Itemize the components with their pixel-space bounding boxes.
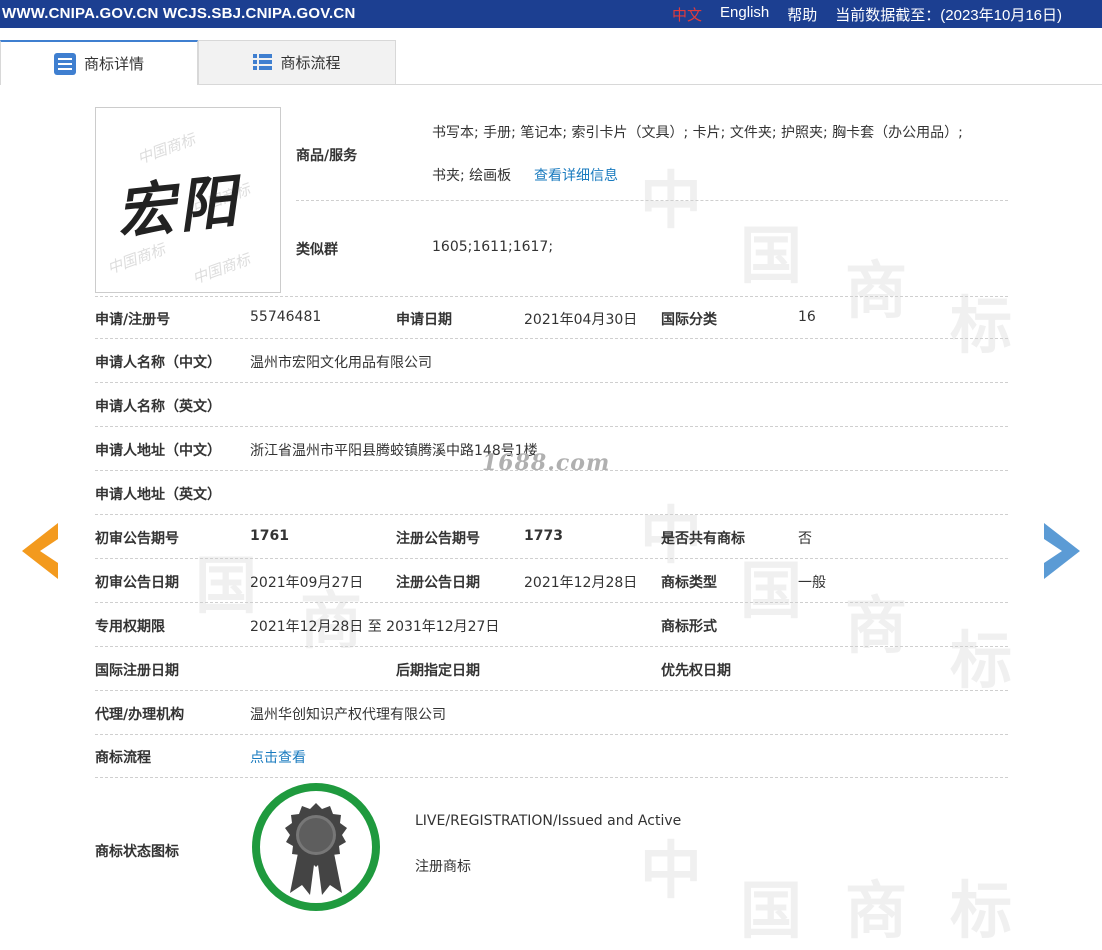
applicant-cn-label: 申请人名称（中文） [95,355,221,371]
background-watermark: 中 [640,164,703,237]
intl-reg-date-label: 国际注册日期 [95,663,179,679]
tm-type-label: 商标类型 [661,575,717,591]
reg-pub-date-label: 注册公告日期 [396,575,480,591]
prelim-date-value: 2021年09月27日 [250,575,364,591]
exclusive-label: 专用权期限 [95,619,165,635]
background-watermark: 国 [740,554,803,627]
status-en-text: LIVE/REGISTRATION/Issued and Active [415,813,682,829]
exclusive-value: 2021年12月28日 至 2031年12月27日 [250,619,500,635]
status-cn-text: 注册商标 [415,859,471,875]
divider [95,558,1008,559]
tab-trademark-details[interactable]: 商标详情 [0,40,198,85]
divider [95,777,1008,778]
agent-value: 温州华创知识产权代理有限公司 [250,707,446,723]
shared-value: 否 [798,531,812,547]
top-bar: WWW.CNIPA.GOV.CN WCJS.SBJ.CNIPA.GOV.CN 中… [0,0,1102,28]
tm-type-value: 一般 [798,575,826,591]
status-label: 商标状态图标 [95,844,179,860]
agent-label: 代理/办理机构 [95,707,185,723]
applicant-cn-value: 温州市宏阳文化用品有限公司 [250,355,432,371]
background-watermark: 国 [195,549,258,622]
background-watermark: 商 [845,254,908,327]
background-watermark: 标 [950,874,1013,947]
reg-no-label: 申请/注册号 [95,312,171,328]
reg-pub-no-label: 注册公告期号 [396,531,480,547]
prelim-no-value: 1761 [250,528,289,544]
lang-chinese-link[interactable]: 中文 [672,4,702,25]
app-date-value: 2021年04月30日 [524,312,638,328]
data-as-of-text: 当前数据截至：(2023年10月16日) [835,7,1062,24]
similar-group-value: 1605;1611;1617; [432,239,554,255]
tab-label: 商标流程 [280,54,341,72]
intl-class-value: 16 [798,309,816,325]
tm-form-label: 商标形式 [661,619,717,635]
prelim-date-label: 初审公告日期 [95,575,179,591]
top-bar-menu: 中文 English 帮助 当前数据截至：(2023年10月16日) [672,4,1062,25]
document-list-icon [53,52,76,75]
list-icon [253,54,273,71]
address-cn-label: 申请人地址（中文） [95,443,221,459]
tab-trademark-flow[interactable]: 商标流程 [198,40,396,84]
divider [95,734,1008,735]
later-date-label: 后期指定日期 [396,663,480,679]
background-watermark: 国 [740,219,803,292]
flow-label: 商标流程 [95,750,151,766]
reg-pub-date-value: 2021年12月28日 [524,575,638,591]
flow-view-link[interactable]: 点击查看 [250,747,306,767]
chevron-left-icon[interactable] [22,523,58,579]
divider [95,382,1008,383]
prelim-no-label: 初审公告期号 [95,531,179,547]
similar-group-label: 类似群 [296,242,338,258]
shared-label: 是否共有商标 [661,531,745,547]
site-watermark: 1688.com [482,450,611,476]
app-date-label: 申请日期 [396,312,452,328]
divider [95,296,1008,297]
intl-class-label: 国际分类 [661,312,717,328]
divider [95,602,1008,603]
divider [95,338,1008,339]
background-watermark: 标 [950,289,1013,362]
goods-line-2: 书夹; 绘画板 [432,168,512,184]
chevron-right-icon[interactable] [1044,523,1080,579]
divider [95,514,1008,515]
rosette-icon [285,803,347,895]
background-watermark: 商 [845,874,908,947]
goods-label: 商品/服务 [296,148,358,164]
background-watermark: 商 [845,589,908,662]
tab-label: 商标详情 [83,55,144,73]
trademark-image: 中国商标 中国商标 中国商标 中国商标 宏阳 [95,107,281,293]
divider [296,200,1008,201]
tab-bar: 商标详情 商标流程 [0,40,1102,85]
reg-pub-no-value: 1773 [524,528,563,544]
background-watermark: 标 [950,624,1013,697]
address-en-label: 申请人地址（英文） [95,487,221,503]
reg-no-value: 55746481 [250,309,322,325]
background-watermark: 中 [640,834,703,907]
lang-english-link[interactable]: English [720,4,769,25]
applicant-en-label: 申请人名称（英文） [95,399,221,415]
divider [95,646,1008,647]
goods-detail-link[interactable]: 查看详细信息 [534,165,618,185]
divider [95,690,1008,691]
site-urls: WWW.CNIPA.GOV.CN WCJS.SBJ.CNIPA.GOV.CN [2,5,356,22]
background-watermark: 国 [740,874,803,947]
trademark-wordmark: 宏阳 [113,166,244,248]
status-badge [252,783,380,911]
priority-label: 优先权日期 [661,663,731,679]
divider [95,426,1008,427]
help-link[interactable]: 帮助 [787,4,817,25]
goods-line-1: 书写本; 手册; 笔记本; 索引卡片（文具）; 卡片; 文件夹; 护照夹; 胸卡… [432,125,963,141]
